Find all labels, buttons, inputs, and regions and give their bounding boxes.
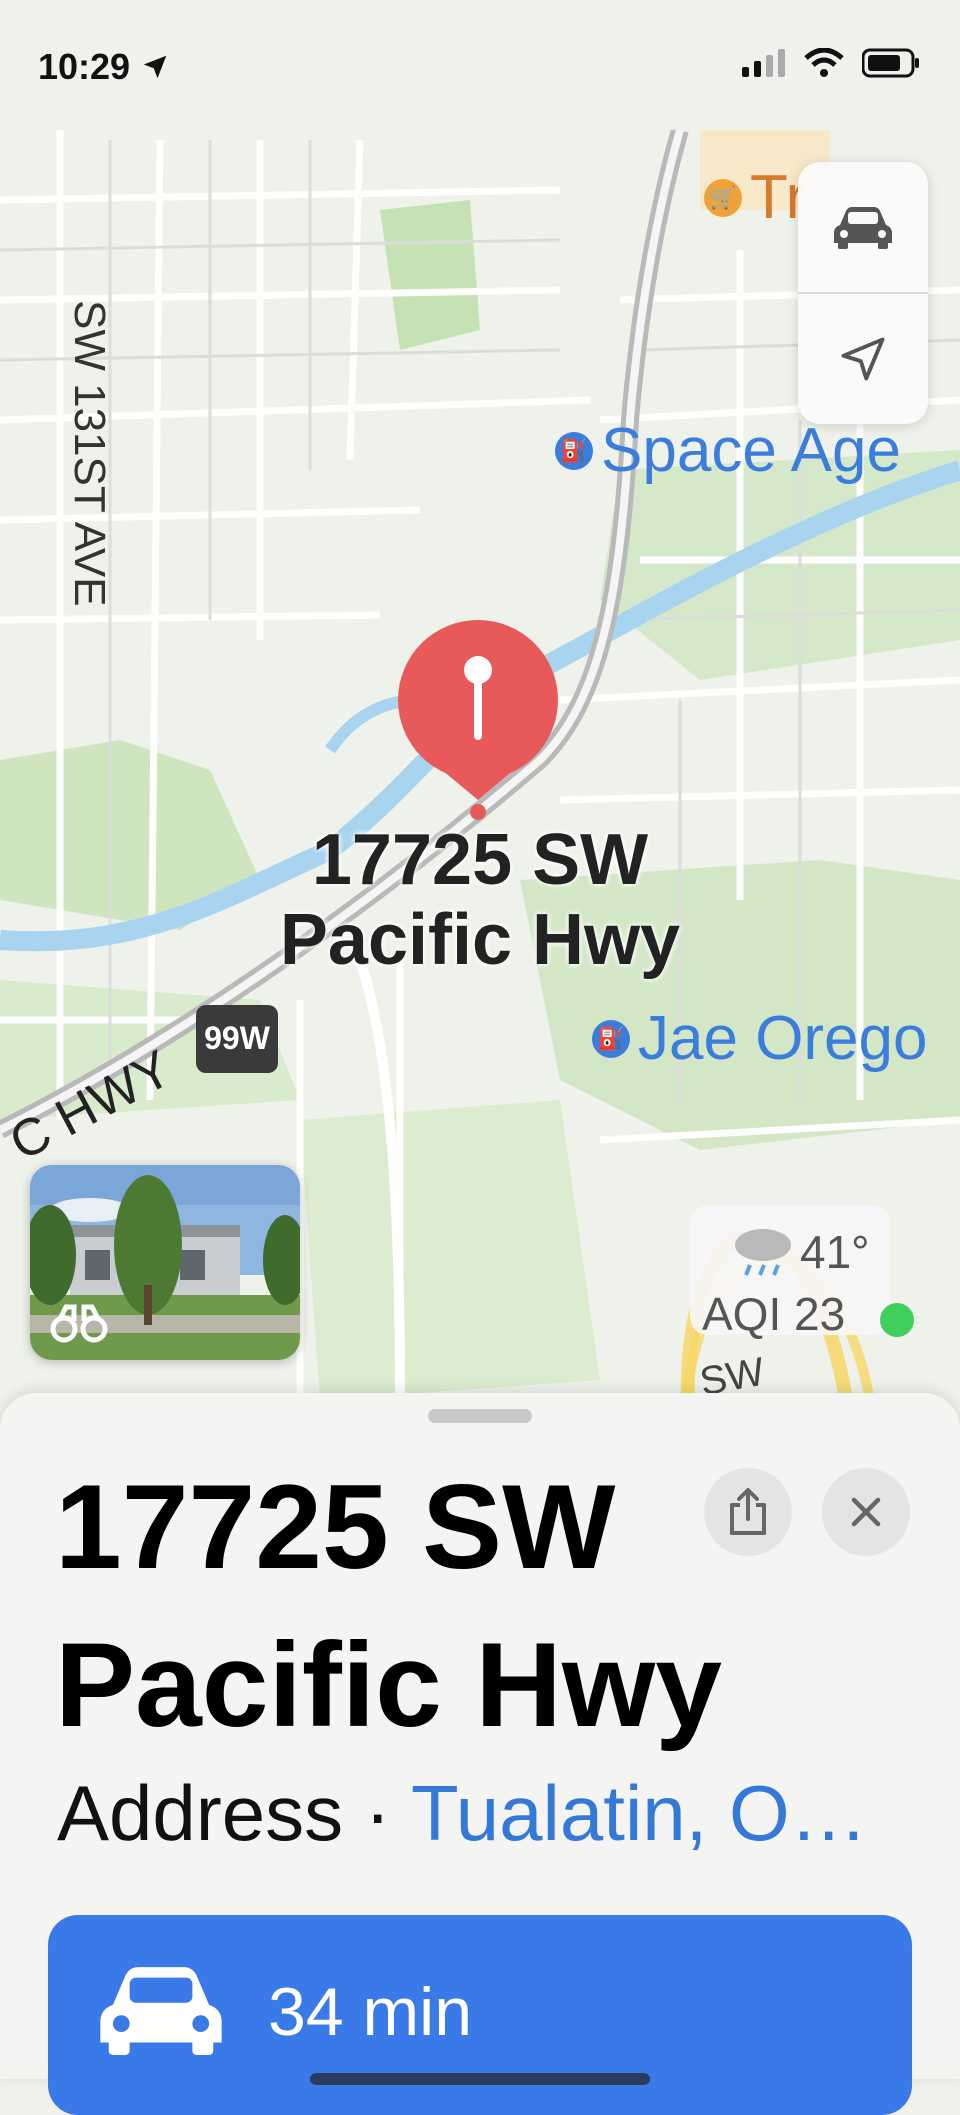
wifi-icon	[804, 48, 844, 77]
rain-cloud-icon	[735, 1229, 791, 1276]
place-title-line2: Pacific Hwy	[55, 1618, 722, 1752]
car-icon	[834, 207, 892, 249]
poi-jae-oregon[interactable]: ⛽ Jae Orego	[592, 1003, 928, 1074]
location-services-icon	[143, 55, 167, 79]
shopping-cart-icon: 🛒	[704, 178, 742, 217]
close-button[interactable]	[822, 1468, 910, 1556]
pin-label-line1: 17725 SW	[311, 820, 649, 900]
poi-space-age[interactable]: ⛽ Space Age	[555, 415, 901, 486]
pin-label[interactable]: 17725 SW Pacific Hwy	[200, 820, 760, 980]
weather-temperature: 41°	[800, 1226, 870, 1278]
battery-icon	[862, 48, 919, 78]
place-title-line1: 17725 SW	[55, 1460, 616, 1594]
close-icon	[851, 1497, 881, 1527]
place-city-link[interactable]: Tualatin, O…	[411, 1769, 868, 1857]
weather-aqi: AQI 23	[702, 1288, 846, 1340]
poi-jae-oregon-label: Jae Orego	[638, 1004, 928, 1073]
clock: 10:29	[38, 46, 131, 87]
location-arrow-icon	[841, 337, 885, 381]
status-time: 10:29	[38, 46, 170, 88]
home-indicator[interactable]	[310, 2073, 650, 2085]
poi-space-age-label: Space Age	[601, 416, 901, 485]
directions-button[interactable]: 34 min	[48, 1915, 912, 2115]
share-icon	[730, 1488, 766, 1535]
transport-mode-button[interactable]	[798, 162, 928, 292]
cellular-signal-icon	[742, 49, 785, 77]
place-type: Address ·	[57, 1769, 412, 1857]
gas-station-icon: ⛽	[555, 431, 593, 470]
status-bar: 10:29	[0, 0, 960, 130]
street-label-sw-131st: SW 131ST AVE	[65, 300, 114, 607]
place-subtitle: Address · Tualatin, O…	[57, 1768, 868, 1859]
gas-station-icon: ⛽	[592, 1019, 630, 1058]
weather-widget[interactable]: 41° AQI 23	[690, 1205, 914, 1340]
place-title: 17725 SW Pacific Hwy	[55, 1448, 745, 1764]
look-around-preview[interactable]	[30, 1165, 300, 1360]
highway-shield-99w: 99W	[204, 1020, 270, 1056]
current-location-button[interactable]	[798, 294, 928, 424]
sheet-grabber[interactable]	[428, 1409, 532, 1423]
share-button[interactable]	[704, 1468, 792, 1556]
binoculars-icon	[50, 1304, 108, 1343]
poi-shopping[interactable]: 🛒 Tr	[704, 162, 806, 233]
directions-time: 34 min	[268, 1974, 473, 2050]
pin-label-line2: Pacific Hwy	[279, 900, 681, 980]
map-controls	[798, 162, 928, 424]
place-card-sheet[interactable]: 17725 SW Pacific Hwy Address · Tualatin,…	[0, 1393, 960, 2115]
car-icon	[100, 1967, 222, 2055]
aqi-status-dot	[880, 1303, 914, 1337]
